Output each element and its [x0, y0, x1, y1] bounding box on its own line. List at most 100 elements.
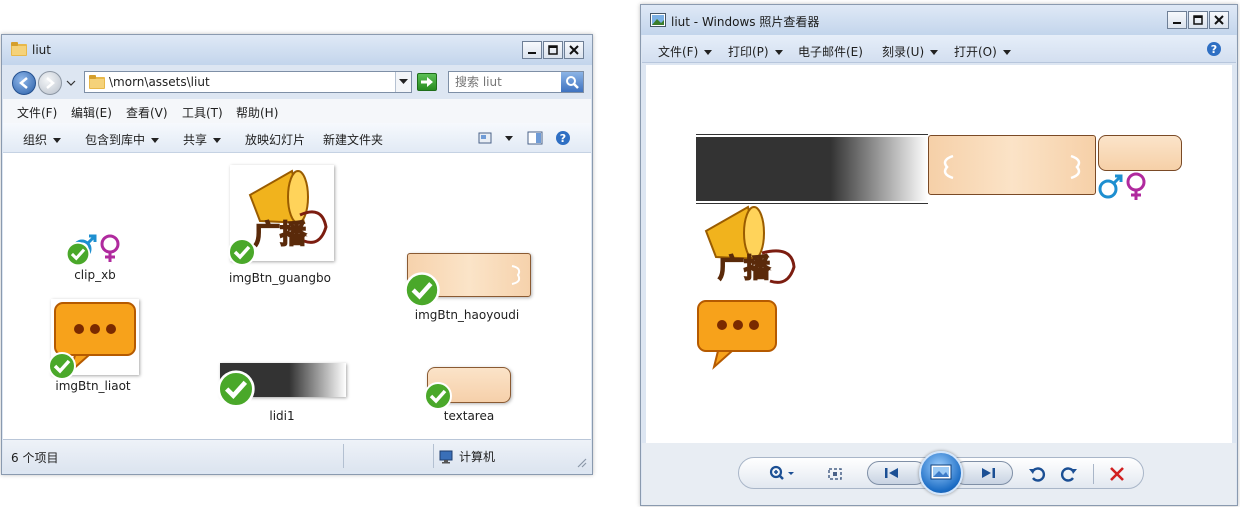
maximize-button[interactable] — [543, 41, 563, 59]
help-icon[interactable]: ? — [1206, 41, 1222, 57]
slideshow-button[interactable]: 放映幻灯片 — [245, 131, 305, 148]
close-button[interactable] — [564, 41, 584, 59]
explorer-titlebar[interactable]: liut — [2, 35, 592, 65]
menu-tools[interactable]: 工具(T) — [182, 104, 223, 121]
slideshow-button[interactable] — [919, 451, 963, 495]
search-button[interactable] — [561, 72, 583, 92]
status-divider — [343, 444, 344, 468]
megaphone-image: 广播 — [704, 205, 796, 285]
sync-check-icon — [65, 241, 91, 267]
chevron-down-icon — [1002, 50, 1011, 55]
file-item-imgbtn_haoyoudi[interactable]: imgBtn_haoyoudi — [403, 253, 531, 322]
swirl-ornament-icon — [943, 154, 954, 180]
zoom-icon — [769, 465, 794, 480]
sync-check-icon — [217, 370, 255, 408]
file-item-clip_xb[interactable]: clip_xb — [65, 231, 125, 282]
status-bar: 6 个项目 计算机 — [3, 439, 591, 471]
folder-icon — [89, 75, 105, 89]
include-library-label: 包含到库中 — [85, 133, 146, 147]
menu-view[interactable]: 查看(V) — [126, 104, 168, 121]
file-name: clip_xb — [74, 268, 116, 282]
menu-edit[interactable]: 编辑(E) — [71, 104, 112, 121]
previous-icon — [885, 468, 898, 478]
resize-grip-icon[interactable] — [575, 456, 587, 468]
window-title: liut — [32, 43, 51, 57]
chevron-down-icon — [53, 138, 62, 143]
menu-help[interactable]: 帮助(H) — [236, 104, 278, 121]
close-icon — [1214, 15, 1224, 25]
forward-button[interactable] — [38, 71, 62, 95]
menu-label: 打开(O) — [954, 45, 997, 59]
share-label: 共享 — [183, 133, 208, 147]
close-button[interactable] — [1209, 11, 1229, 29]
svg-text:?: ? — [1211, 43, 1217, 56]
zoom-button[interactable] — [765, 464, 801, 484]
file-item-imgbtn_guangbo[interactable]: 广播 imgBtn_guangbo — [227, 165, 334, 291]
delete-button[interactable] — [1107, 464, 1127, 484]
rotate-left-icon — [1029, 467, 1045, 482]
share-button[interactable]: 共享 — [183, 131, 222, 148]
viewer-menu-email[interactable]: 电子邮件(E) — [798, 43, 863, 60]
menu-bar: 文件(F) 编辑(E) 查看(V) 工具(T) 帮助(H) — [3, 99, 591, 123]
file-item-lidi1[interactable]: lidi1 — [216, 349, 348, 423]
swirl-ornament-icon — [511, 265, 521, 285]
command-bar: 组织 包含到库中 共享 放映幻灯片 新建文件夹 ? — [3, 123, 591, 153]
new-folder-button[interactable]: 新建文件夹 — [323, 131, 383, 148]
minimize-button[interactable] — [1167, 11, 1187, 29]
sync-check-icon — [48, 352, 76, 380]
item-count: 6 个项目 — [11, 451, 59, 465]
delete-icon — [1110, 467, 1124, 481]
search-box[interactable] — [448, 71, 584, 93]
viewer-control-area — [642, 443, 1236, 505]
view-mode-icon[interactable] — [477, 130, 493, 146]
control-divider — [1093, 464, 1094, 484]
preview-pane-icon[interactable] — [527, 130, 543, 146]
folder-icon — [11, 42, 27, 56]
maximize-button[interactable] — [1188, 11, 1208, 29]
address-text[interactable]: \morn\assets\liut — [109, 75, 210, 89]
swirl-ornament-icon — [1070, 154, 1081, 180]
location-label: 计算机 — [459, 450, 496, 464]
go-button[interactable] — [417, 73, 437, 91]
back-button[interactable] — [12, 71, 36, 95]
viewer-menu-file[interactable]: 文件(F) — [658, 43, 713, 60]
file-item-imgbtn_liaot[interactable]: imgBtn_liaot — [47, 299, 139, 393]
chevron-down-icon — [399, 79, 408, 84]
viewer-menu-burn[interactable]: 刻录(U) — [882, 43, 939, 60]
previous-button[interactable] — [867, 461, 927, 485]
next-icon — [982, 468, 995, 478]
chevron-down-icon — [151, 138, 160, 143]
file-name: lidi1 — [269, 409, 295, 423]
address-bar[interactable]: \morn\assets\liut — [84, 71, 412, 93]
gender-symbols-icon — [1098, 172, 1146, 200]
rotate-clockwise-button[interactable] — [1059, 464, 1079, 484]
viewer-titlebar[interactable]: liut - Windows 照片查看器 — [641, 5, 1237, 35]
viewer-menu-print[interactable]: 打印(P) — [728, 43, 783, 60]
rotate-right-icon — [1061, 467, 1077, 482]
file-name: textarea — [443, 409, 495, 423]
organize-button[interactable]: 组织 — [23, 131, 62, 148]
address-dropdown-button[interactable] — [395, 72, 411, 92]
haoyoudi-button-image — [928, 135, 1096, 195]
slideshow-icon — [930, 464, 952, 480]
search-input[interactable] — [449, 72, 561, 92]
sync-check-icon — [424, 382, 452, 410]
view-dropdown-icon[interactable] — [501, 130, 517, 146]
chevron-down-icon — [774, 50, 783, 55]
forward-arrow-icon — [46, 77, 55, 89]
viewer-menu-open[interactable]: 打开(O) — [954, 43, 1011, 60]
include-library-button[interactable]: 包含到库中 — [85, 131, 160, 148]
help-icon[interactable]: ? — [555, 130, 571, 146]
explorer-window: liut \morn\assets\liut 搜索 liut 文件(F) 编辑(… — [1, 34, 593, 475]
menu-label: 电子邮件(E) — [798, 45, 863, 59]
menu-file[interactable]: 文件(F) — [17, 104, 57, 121]
history-dropdown-icon[interactable] — [66, 78, 76, 88]
sync-check-icon — [228, 238, 256, 266]
window-title: liut - Windows 照片查看器 — [671, 15, 820, 29]
rotate-counterclockwise-button[interactable] — [1027, 464, 1047, 484]
actual-size-button[interactable] — [825, 464, 845, 484]
file-item-textarea[interactable]: textarea — [423, 367, 515, 423]
maximize-icon — [1193, 15, 1203, 25]
minimize-button[interactable] — [522, 41, 542, 59]
maximize-icon — [548, 45, 558, 55]
